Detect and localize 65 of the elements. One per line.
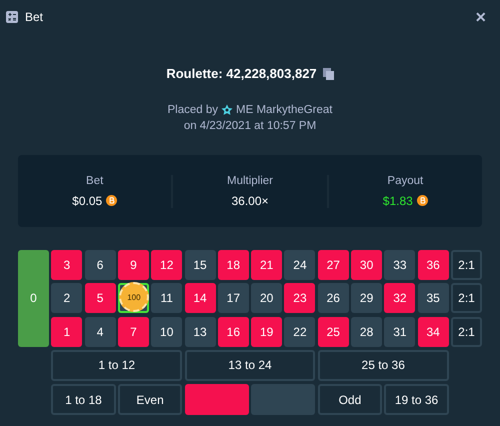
- window-title: Bet: [25, 10, 44, 24]
- close-button[interactable]: ×: [475, 8, 486, 26]
- number-cell[interactable]: 30: [351, 250, 382, 280]
- number-cell[interactable]: 36: [418, 250, 449, 280]
- stat-label: Bet: [86, 174, 104, 186]
- placed-date: on 4/23/2021 at 10:57 PM: [184, 120, 316, 132]
- user-name[interactable]: ME MarkytheGreat: [236, 104, 332, 116]
- number-cell[interactable]: 22: [284, 316, 316, 347]
- dozen-bet-button[interactable]: 25 to 36: [318, 350, 449, 381]
- game-title: Roulette: 42,228,803,827: [166, 66, 317, 81]
- number-cell[interactable]: 15: [184, 250, 216, 280]
- number-cell[interactable]: 14: [184, 283, 216, 314]
- dozen-bet-button[interactable]: 13 to 24: [184, 350, 316, 381]
- placed-by-label: Placed by: [167, 104, 218, 116]
- number-cell[interactable]: 3: [51, 250, 82, 280]
- stat-value: $1.83: [382, 194, 413, 208]
- number-cell[interactable]: 9: [118, 250, 149, 280]
- number-cell[interactable]: 2: [51, 283, 82, 314]
- star-icon: [221, 104, 233, 116]
- number-cell[interactable]: 19: [251, 316, 282, 347]
- number-cell[interactable]: 20: [251, 283, 282, 314]
- number-cell[interactable]: 32: [384, 283, 416, 314]
- number-cell[interactable]: 23: [284, 283, 316, 314]
- number-cell[interactable]: 100: [118, 283, 149, 314]
- number-cell[interactable]: 1: [51, 316, 82, 347]
- number-cell[interactable]: 27: [318, 250, 349, 280]
- number-cell[interactable]: 35: [418, 283, 449, 314]
- number-cell[interactable]: 29: [351, 283, 382, 314]
- number-cell[interactable]: 5: [84, 283, 116, 314]
- color-bet-button[interactable]: [251, 384, 316, 416]
- stat-value: 36.00×: [231, 194, 269, 208]
- number-cell[interactable]: 21: [251, 250, 282, 280]
- number-cell[interactable]: 33: [384, 250, 416, 280]
- number-cell[interactable]: 18: [218, 250, 249, 280]
- number-cell[interactable]: 4: [84, 316, 116, 347]
- number-cell[interactable]: 16: [218, 316, 249, 347]
- calculator-icon: [6, 11, 18, 23]
- number-cell[interactable]: 31: [384, 316, 416, 347]
- number-cell[interactable]: 11: [151, 283, 182, 314]
- outside-bet-button[interactable]: Even: [118, 384, 182, 416]
- number-cell[interactable]: 6: [84, 250, 116, 280]
- number-cell[interactable]: 10: [151, 316, 182, 347]
- outside-bet-button[interactable]: Odd: [318, 384, 382, 416]
- number-cell[interactable]: 34: [418, 316, 449, 347]
- outside-bet-button[interactable]: 1 to 18: [51, 384, 116, 416]
- number-cell[interactable]: 13: [184, 316, 216, 347]
- stat-label: Multiplier: [226, 174, 273, 186]
- stat-value: $0.05: [72, 194, 102, 208]
- copy-icon[interactable]: [322, 68, 334, 80]
- number-cell[interactable]: 17: [218, 283, 249, 314]
- color-bet-button[interactable]: [184, 384, 249, 416]
- outside-bet-button[interactable]: 19 to 36: [384, 384, 449, 416]
- number-cell[interactable]: 7: [118, 316, 149, 347]
- column-bet-button[interactable]: 2:1: [450, 316, 482, 347]
- coin-icon: [416, 195, 428, 206]
- column-bet-button[interactable]: 2:1: [450, 283, 482, 314]
- dozen-bet-button[interactable]: 1 to 12: [51, 350, 182, 381]
- number-cell[interactable]: 26: [318, 283, 349, 314]
- column-bet-button[interactable]: 2:1: [450, 250, 482, 280]
- stat-label: Payout: [387, 174, 424, 186]
- coin-icon: [106, 195, 118, 206]
- number-cell[interactable]: 25: [318, 316, 349, 347]
- number-cell[interactable]: 12: [151, 250, 182, 280]
- number-cell[interactable]: 28: [351, 316, 382, 347]
- number-cell[interactable]: 24: [284, 250, 316, 280]
